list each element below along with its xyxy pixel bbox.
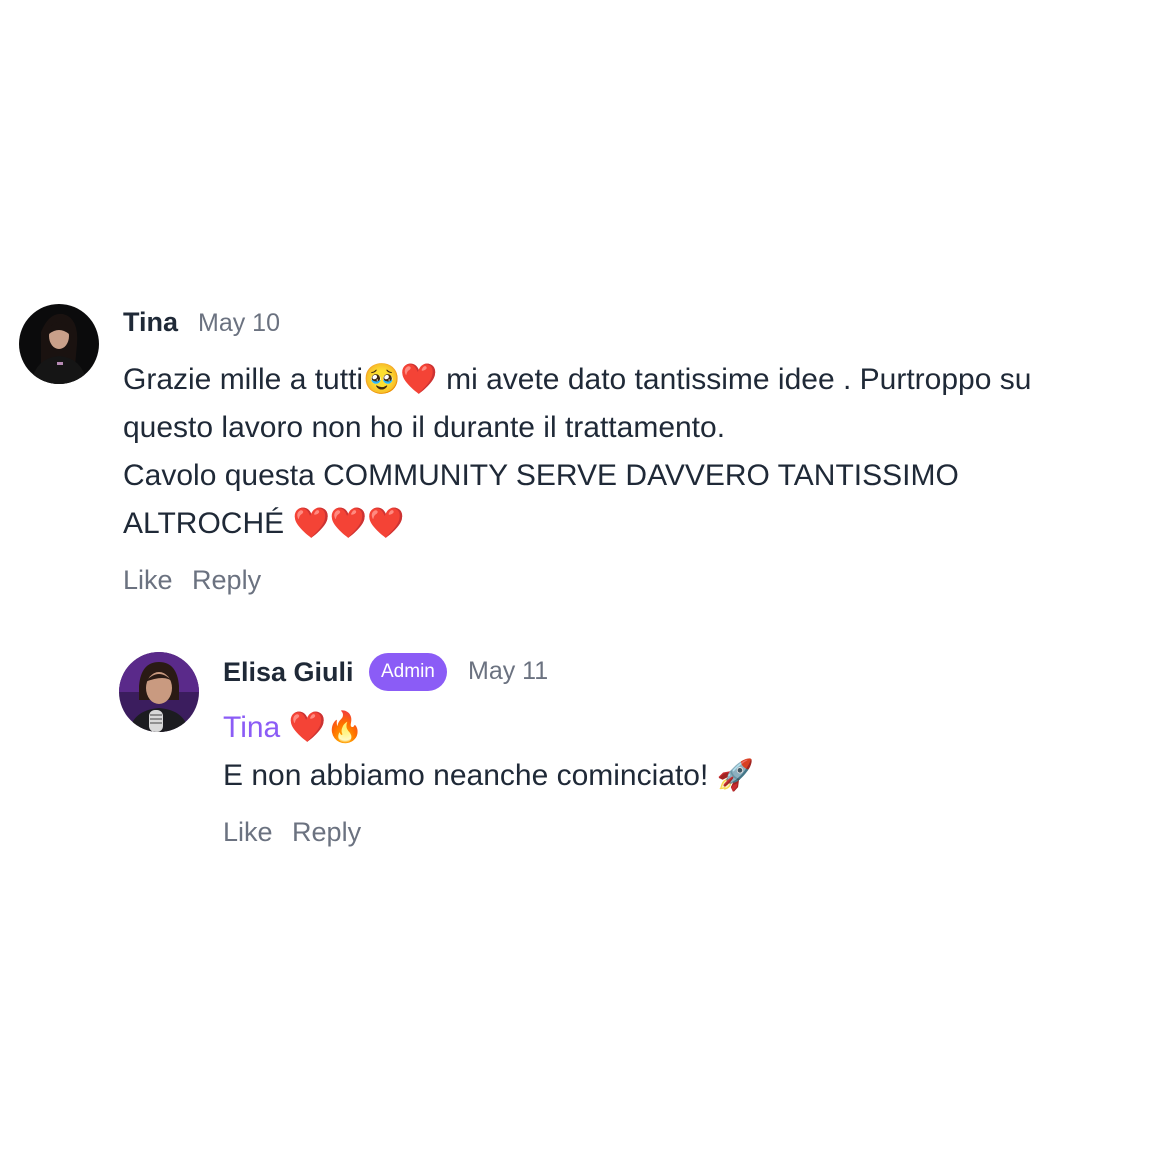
like-button[interactable]: Like bbox=[123, 565, 173, 595]
comment-body: Grazie mille a tutti🥹❤️ mi avete dato ta… bbox=[123, 356, 1031, 548]
reply-body-line: Tina ❤️🔥 bbox=[223, 704, 754, 752]
reply-date: May 11 bbox=[468, 657, 549, 685]
comment-body-line: ALTROCHÉ ❤️❤️❤️ bbox=[123, 507, 405, 540]
mention-link[interactable]: Tina bbox=[223, 711, 280, 744]
avatar-elisa[interactable] bbox=[119, 652, 199, 732]
reply-button[interactable]: Reply bbox=[192, 565, 261, 595]
reply-button[interactable]: Reply bbox=[292, 817, 361, 847]
reply-emoji: ❤️🔥 bbox=[280, 711, 364, 744]
comment-body-line: questo lavoro non ho il durante il tratt… bbox=[123, 411, 726, 444]
reply-actions: Like Reply bbox=[223, 817, 373, 848]
like-button[interactable]: Like bbox=[223, 817, 273, 847]
comment-date: May 10 bbox=[198, 309, 280, 337]
comment-body-line: Cavolo questa COMMUNITY SERVE DAVVERO TA… bbox=[123, 459, 959, 492]
comment-actions: Like Reply bbox=[123, 565, 273, 596]
avatar-elisa-image bbox=[119, 652, 199, 732]
comment-body-line: Grazie mille a tutti🥹❤️ mi avete dato ta… bbox=[123, 363, 1032, 396]
admin-badge: Admin bbox=[369, 653, 447, 691]
comment-author[interactable]: Tina bbox=[123, 307, 178, 338]
reply-elisa: Elisa Giuli Admin May 11 Tina ❤️🔥 E non … bbox=[0, 620, 1163, 880]
comment-tina: Tina May 10 Grazie mille a tutti🥹❤️ mi a… bbox=[0, 0, 1163, 620]
avatar-tina[interactable] bbox=[19, 304, 99, 384]
avatar-tina-image bbox=[19, 304, 99, 384]
reply-body: Tina ❤️🔥 E non abbiamo neanche cominciat… bbox=[223, 704, 754, 800]
reply-author[interactable]: Elisa Giuli bbox=[223, 657, 354, 688]
reply-body-line: E non abbiamo neanche cominciato! 🚀 bbox=[223, 759, 755, 792]
